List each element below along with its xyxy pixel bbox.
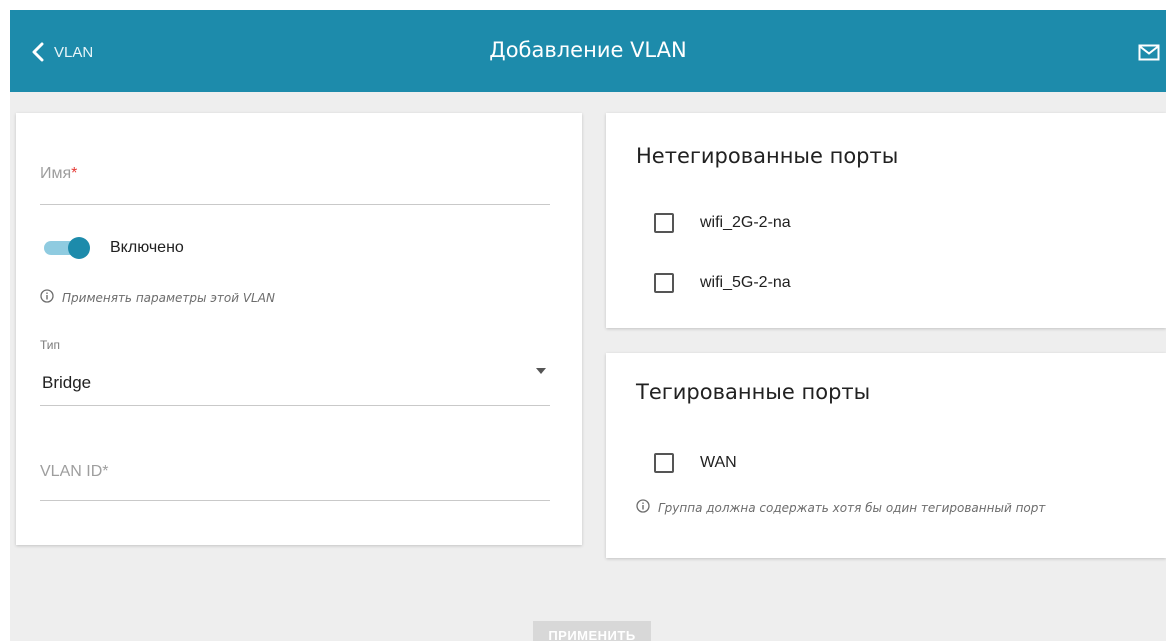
- toggle-thumb: [68, 237, 90, 259]
- tagged-title: Тегированные порты: [636, 380, 871, 404]
- name-underline: [40, 204, 550, 205]
- type-label: Тип: [40, 338, 61, 352]
- tagged-ports-card: Тегированные порты WAN Группа должна сод…: [606, 353, 1166, 558]
- port-checkbox-row[interactable]: wifi_5G-2-na: [654, 273, 791, 293]
- untagged-ports-card: Нетегированные порты wifi_2G-2-na wifi_5…: [606, 113, 1166, 328]
- tagged-hint-text: Группа должна содержать хотя бы один тег…: [658, 500, 1046, 515]
- type-select[interactable]: Тип Bridge: [40, 338, 550, 406]
- type-value: Bridge: [42, 373, 92, 392]
- app-frame: VLAN Добавление VLAN Имя* Включено Приме…: [10, 10, 1166, 641]
- enabled-hint: Применять параметры этой VLAN: [40, 289, 275, 306]
- name-field[interactable]: Имя*: [40, 165, 550, 205]
- tagged-hint: Группа должна содержать хотя бы один тег…: [636, 499, 1045, 516]
- untagged-title: Нетегированные порты: [636, 144, 899, 168]
- enabled-label: Включено: [110, 239, 184, 256]
- vlan-id-underline: [40, 500, 550, 501]
- port-label: WAN: [700, 454, 737, 471]
- mail-icon[interactable]: [1138, 44, 1160, 66]
- required-mark: *: [71, 165, 78, 182]
- port-checkbox-row[interactable]: WAN: [654, 453, 737, 473]
- port-checkbox-row[interactable]: wifi_2G-2-na: [654, 213, 791, 233]
- vlan-settings-card: Имя* Включено Применять параметры этой V…: [16, 113, 582, 545]
- enabled-toggle[interactable]: [40, 236, 92, 260]
- info-icon: [40, 289, 54, 306]
- type-underline: [40, 405, 550, 406]
- port-label: wifi_2G-2-na: [700, 214, 791, 231]
- top-bar: VLAN Добавление VLAN: [10, 10, 1166, 92]
- apply-button[interactable]: ПРИМЕНИТЬ: [533, 621, 651, 641]
- checkbox[interactable]: [654, 273, 674, 293]
- enabled-hint-text: Применять параметры этой VLAN: [62, 290, 275, 305]
- vlan-id-field[interactable]: VLAN ID*: [40, 463, 550, 501]
- info-icon: [636, 499, 650, 516]
- page-title: Добавление VLAN: [489, 38, 687, 62]
- checkbox[interactable]: [654, 213, 674, 233]
- port-label: wifi_5G-2-na: [700, 274, 791, 291]
- checkbox[interactable]: [654, 453, 674, 473]
- vlan-id-placeholder: VLAN ID*: [40, 463, 109, 480]
- chevron-down-icon: [536, 368, 546, 374]
- name-placeholder: Имя: [40, 165, 72, 182]
- enabled-toggle-row: Включено: [40, 236, 184, 260]
